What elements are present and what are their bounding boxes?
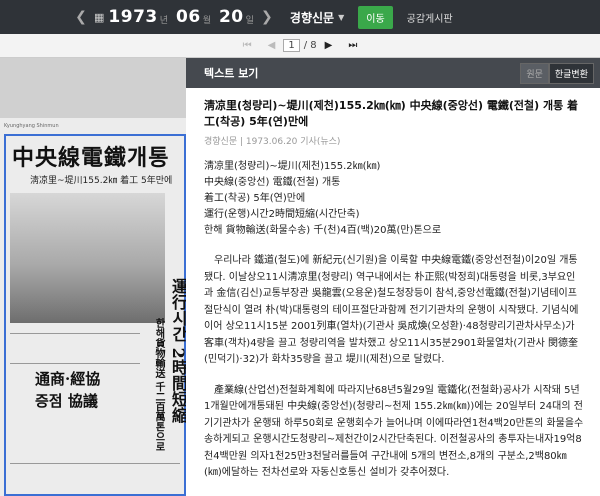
subheadline: 淸凉里~堤川155.2㎞ 着工 5年만에 [30, 176, 173, 186]
article-photo [10, 193, 165, 323]
headline: 中央線電鐵개통 [12, 145, 170, 171]
prev-page-icon[interactable]: ◀ [268, 40, 276, 51]
summary-line: 中央線(중앙선) 電鐵(전철) 개통 [204, 177, 341, 188]
article-title: 淸凉里(청량리)~堤川(제천)155.2㎞(㎞) 中央線(중앙선) 電鐵(전철)… [204, 99, 579, 128]
summary-line: 한해 貨物輸送(화물수송) 千(천)4百(백)20萬(만)톤으로 [204, 225, 442, 236]
total-pages: / 8 [303, 40, 317, 51]
chevron-right-icon[interactable]: ❯ [258, 9, 276, 25]
sub-article-line: 증점 協議 [35, 392, 98, 410]
summary-line: 淸凉里(청량리)~堤川(제천)155.2㎞(㎞) [204, 161, 381, 172]
sub-article-line: 通商·經協 [35, 370, 101, 388]
text-view-header: 텍스트 보기 원문 한글변환 [186, 58, 600, 88]
first-page-icon[interactable]: ⏮ [243, 40, 252, 51]
year-value[interactable]: 1973 [108, 7, 157, 27]
text-view-panel: 텍스트 보기 원문 한글변환 淸凉里(청량리)~堤川(제천)155.2㎞(㎞) … [186, 58, 600, 496]
article-paragraph: 우리나라 鐵道(철도)에 新紀元(신기원)을 이룩할 中央線電鐵(중앙선전철)이… [204, 255, 579, 365]
vertical-headline-1: 運行시간 2時間短縮 [169, 278, 186, 423]
summary-line: 着工(착공) 5年(연)만에 [204, 193, 306, 204]
next-page-icon[interactable]: ▶ [325, 40, 333, 51]
column-rule [10, 363, 140, 364]
text-mode-tabs: 원문 한글변환 [520, 62, 594, 84]
article-summary: 淸凉里(청량리)~堤川(제천)155.2㎞(㎞) 中央線(중앙선) 電鐵(전철)… [204, 159, 584, 239]
newspaper-image-panel[interactable]: Kyunghyang Shinmun 中央線電鐵개통 淸凉里~堤川155.2㎞ … [0, 58, 186, 496]
year-unit: 년 [159, 15, 169, 26]
chevron-left-icon[interactable]: ❮ [72, 9, 90, 25]
current-page-input[interactable]: 1 [283, 39, 300, 52]
last-page-icon[interactable]: ⏭ [348, 40, 357, 51]
month-value[interactable]: 06 [176, 7, 201, 27]
column-rule [10, 463, 180, 464]
day-unit: 일 [245, 15, 254, 26]
top-navigation-bar: ❮ ▦ 1973 년 06 월 20 일 ❯ 경향신문 ▼ 이동 공감게시판 [0, 0, 600, 34]
summary-line: 運行(운행)시간2時間短縮(시간단축) [204, 209, 360, 220]
day-value[interactable]: 20 [219, 7, 244, 27]
vertical-headline-2: 한해貨物輸送 千二百萬톤으로 [153, 318, 164, 452]
page-navigator: ⏮ ◀ 1 / 8 ▶ ⏭ [0, 34, 600, 58]
article-paragraph: 產業線(산업선)전철화계획에 따라지난68년5월29일 電鐵化(전철화)공사가 … [204, 384, 584, 479]
newspaper-page-image[interactable]: Kyunghyang Shinmun 中央線電鐵개통 淸凉里~堤川155.2㎞ … [0, 118, 186, 496]
sub-article-heading: 通商·經協 증점 協議 [35, 368, 100, 412]
share-board-link[interactable]: 공감게시판 [407, 10, 453, 25]
tab-original[interactable]: 원문 [520, 62, 549, 84]
article-body: 淸凉里(청량리)~堤川(제천)155.2㎞(㎞) 中央線(중앙선) 電鐵(전철)… [186, 88, 600, 482]
chevron-down-icon[interactable]: ▼ [338, 13, 344, 22]
newspaper-select[interactable]: 경향신문 [290, 9, 334, 26]
month-unit: 월 [202, 15, 211, 26]
go-button[interactable]: 이동 [358, 5, 393, 29]
tab-hangul[interactable]: 한글변환 [548, 62, 594, 84]
masthead: Kyunghyang Shinmun [4, 123, 59, 129]
column-rule [10, 333, 140, 334]
article-source: 경향신문 | 1973.06.20 기사(뉴스) [204, 137, 341, 147]
calendar-icon[interactable]: ▦ [94, 11, 104, 24]
text-view-title: 텍스트 보기 [204, 67, 259, 80]
